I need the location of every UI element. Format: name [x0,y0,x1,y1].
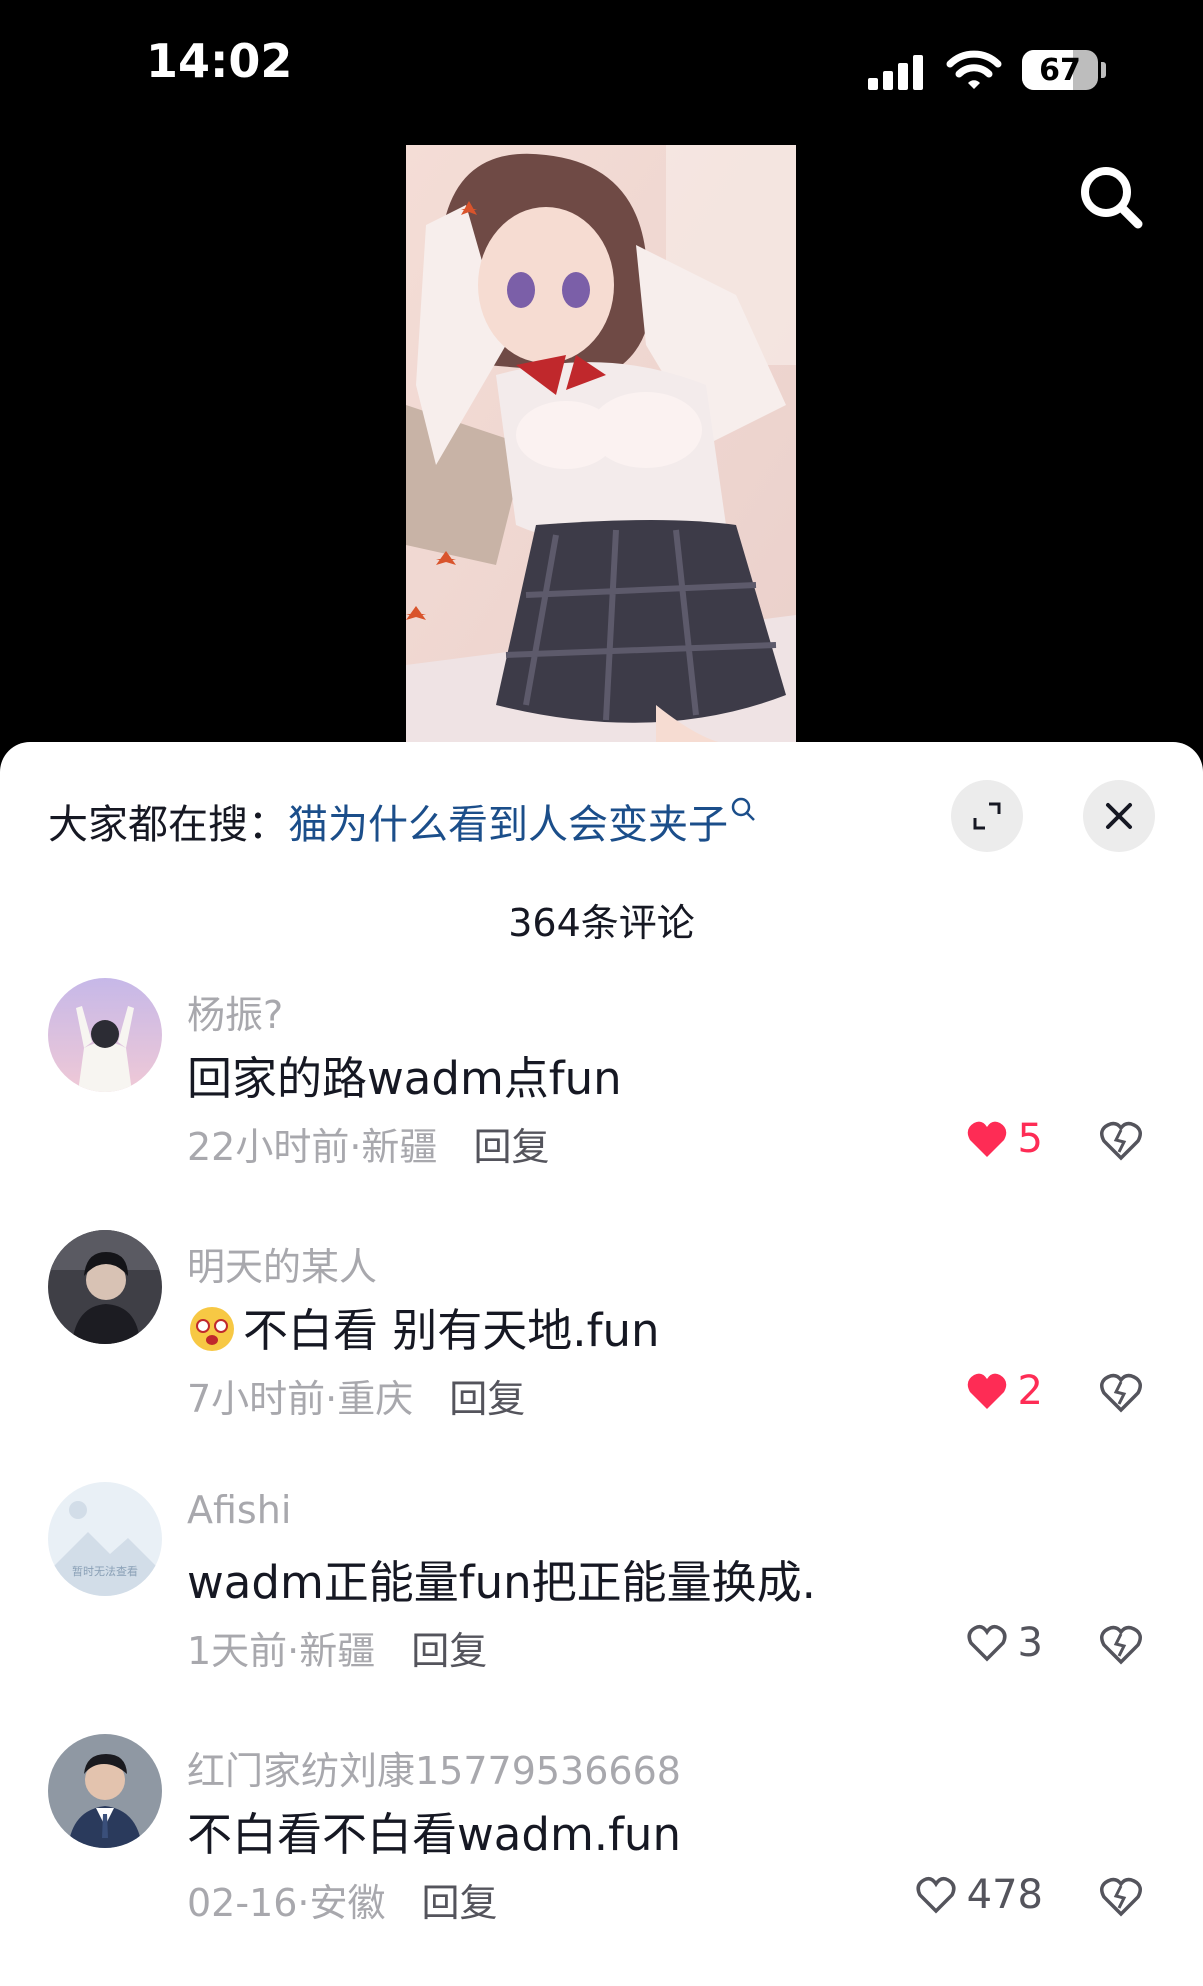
heart-filled-icon [967,1373,1006,1409]
heart-outline-icon [967,1624,1007,1662]
broken-heart-icon[interactable] [1098,1372,1144,1414]
reply-button[interactable]: 回复 [411,1629,487,1673]
like-count: 478 [966,1872,1043,1918]
like-button[interactable]: 5 [966,1116,1043,1162]
comment-item: 红门家纺刘康15779536668 不白看不白看wadm.fun 02-16·安… [0,1734,1203,1974]
comment-item: 杨振? 回家的路wadm点fun 22小时前·新疆 回复 5 [0,978,1203,1218]
comment-username[interactable]: 杨振? [187,984,283,1039]
reply-button[interactable]: 回复 [473,1125,549,1169]
search-icon[interactable] [1076,162,1146,232]
avatar[interactable] [48,1230,162,1344]
expand-icon [973,802,1001,830]
comment-text: 不白看 别有天地.fun [187,1294,660,1359]
reply-button[interactable]: 回复 [449,1377,525,1421]
close-button[interactable] [1083,780,1155,852]
comment-sheet: 大家都在搜：猫为什么看到人会变夹子 364条评论 杨振? 回家的路wadm点fu… [0,742,1203,1986]
broken-heart-icon[interactable] [1098,1876,1144,1918]
trending-label: 大家都在搜： [48,802,288,848]
comment-meta: 02-16·安徽 回复 [187,1872,498,1927]
like-button[interactable]: 2 [966,1368,1043,1414]
comment-time-location: 22小时前·新疆 [187,1125,438,1169]
comment-text: 回家的路wadm点fun [187,1052,622,1105]
comment-text: 不白看不白看wadm.fun [187,1808,681,1861]
comment-time-location: 7小时前·重庆 [187,1377,414,1421]
like-count: 5 [1017,1116,1043,1162]
comment-item: 明天的某人 不白看 别有天地.fun 7小时前·重庆 回复 2 [0,1230,1203,1470]
trending-query-link[interactable]: 猫为什么看到人会变夹子 [288,802,728,848]
battery-cap [1101,62,1106,78]
cellular-signal-icon [868,54,924,90]
heart-filled-icon [967,1121,1006,1157]
post-artwork[interactable] [406,145,796,745]
battery-icon: 67 [1022,50,1098,90]
avatar-placeholder-text: 暂时无法查看 [72,1564,138,1578]
like-count: 2 [1017,1368,1043,1414]
avatar[interactable] [48,1734,162,1848]
comment-item: 暂时无法查看 Afishi wadm正能量fun把正能量换成. 1天前·新疆 回复… [0,1482,1203,1722]
close-icon [1106,803,1132,829]
reply-button[interactable]: 回复 [422,1881,498,1925]
heart-outline-icon [916,1876,956,1914]
comment-username[interactable]: Afishi [187,1488,291,1532]
like-count: 3 [1017,1620,1043,1666]
battery-percent: 67 [1039,53,1081,88]
trending-search[interactable]: 大家都在搜：猫为什么看到人会变夹子 [48,792,756,850]
comment-time-location: 1天前·新疆 [187,1629,376,1673]
status-time: 14:02 [146,34,293,88]
comment-username[interactable]: 红门家纺刘康15779536668 [187,1740,681,1795]
dizzy-face-emoji-icon [190,1307,234,1351]
like-button[interactable]: 478 [915,1872,1043,1918]
comment-count: 364条评论 [508,901,695,945]
comment-meta: 1天前·新疆 回复 [187,1620,487,1675]
comment-text: wadm正能量fun把正能量换成. [187,1556,816,1609]
avatar[interactable]: 暂时无法查看 [48,1482,162,1596]
comment-time-location: 02-16·安徽 [187,1881,386,1925]
like-button[interactable]: 3 [966,1620,1043,1666]
broken-heart-icon[interactable] [1098,1624,1144,1666]
comment-username[interactable]: 明天的某人 [187,1236,377,1291]
comment-text-body: 不白看 别有天地.fun [243,1304,660,1357]
wifi-icon [946,50,1002,89]
search-small-icon [731,797,755,821]
comment-meta: 7小时前·重庆 回复 [187,1368,525,1423]
avatar[interactable] [48,978,162,1092]
comment-meta: 22小时前·新疆 回复 [187,1116,549,1171]
expand-button[interactable] [951,780,1023,852]
broken-heart-icon[interactable] [1098,1120,1144,1162]
